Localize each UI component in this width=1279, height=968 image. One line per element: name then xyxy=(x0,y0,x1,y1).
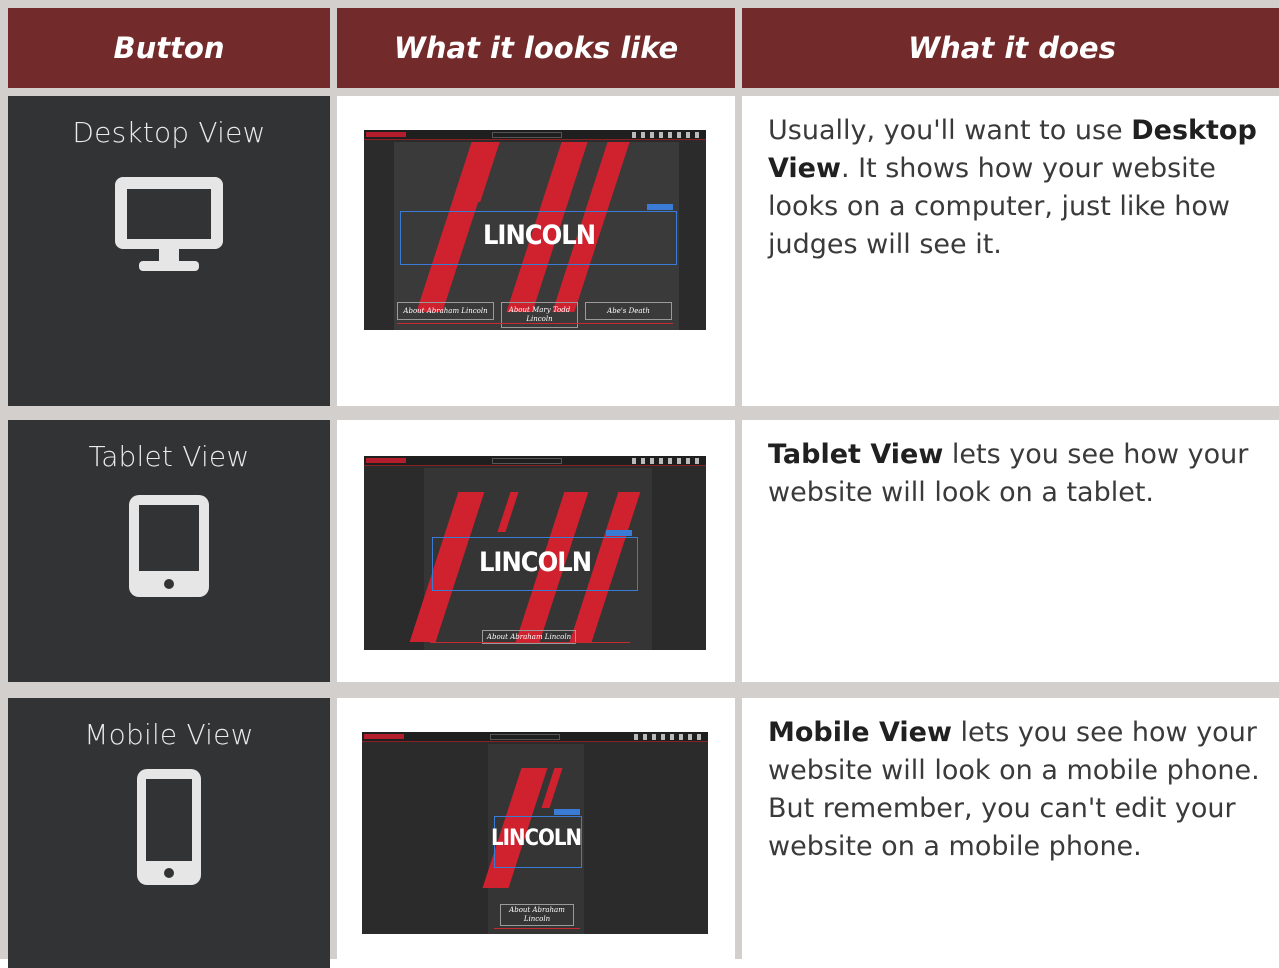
tablet-icon xyxy=(129,495,209,597)
header-button: Button xyxy=(8,8,330,88)
mobile-description: Mobile View lets you see how your websit… xyxy=(768,717,1260,862)
mobile-description-cell: Mobile View lets you see how your websit… xyxy=(742,698,1279,968)
desktop-view-button[interactable]: Desktop View xyxy=(8,96,330,406)
header-does: What it does xyxy=(742,8,1279,88)
tablet-view-label: Tablet View xyxy=(88,440,250,473)
tablet-description: Tablet View lets you see how your websit… xyxy=(768,439,1249,508)
mobile-view-label: Mobile View xyxy=(84,718,254,751)
mobile-preview-nav-1: About Abraham Lincoln xyxy=(500,904,574,926)
desktop-description-cell: Usually, you'll want to use Desktop View… xyxy=(742,96,1279,406)
mobile-view-button[interactable]: Mobile View xyxy=(8,698,330,968)
desktop-view-label: Desktop View xyxy=(72,116,266,149)
tablet-preview-title: LINCOLN xyxy=(478,547,592,578)
mobile-preview-title: LINCOLN xyxy=(490,826,582,851)
desktop-preview-nav-1: About Abraham Lincoln xyxy=(397,302,494,320)
desktop-monitor-icon xyxy=(115,177,223,271)
tablet-view-button[interactable]: Tablet View xyxy=(8,420,330,682)
header-looks-like: What it looks like xyxy=(337,8,735,88)
view-buttons-table: Button What it looks like What it does D… xyxy=(0,0,1279,968)
tablet-description-cell: Tablet View lets you see how your websit… xyxy=(742,420,1279,682)
mobile-preview-screenshot: LINCOLN About Abraham Lincoln xyxy=(362,732,708,934)
desktop-preview-title: LINCOLN xyxy=(482,220,596,251)
desktop-preview-cell: LINCOLN About Abraham Lincoln About Mary… xyxy=(337,96,735,406)
mobile-preview-cell: LINCOLN About Abraham Lincoln xyxy=(337,698,735,968)
desktop-preview-nav-3: Abe's Death xyxy=(585,302,672,320)
mobile-phone-icon xyxy=(137,769,201,885)
desktop-description: Usually, you'll want to use Desktop View… xyxy=(768,115,1257,260)
desktop-preview-nav-2: About Mary Todd Lincoln xyxy=(501,302,578,328)
tablet-preview-cell: LINCOLN About Abraham Lincoln xyxy=(337,420,735,682)
desktop-preview-screenshot: LINCOLN About Abraham Lincoln About Mary… xyxy=(364,130,706,330)
tablet-preview-screenshot: LINCOLN About Abraham Lincoln xyxy=(364,456,706,650)
